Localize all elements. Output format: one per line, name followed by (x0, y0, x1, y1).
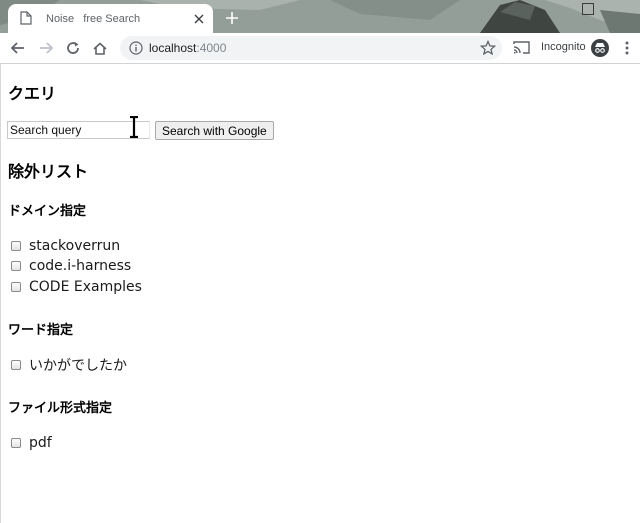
checkbox[interactable] (11, 241, 21, 251)
domain-label: CODE Examples (29, 279, 142, 295)
search-with-google-button[interactable]: Search with Google (155, 121, 274, 140)
document-icon (20, 10, 34, 27)
url-port: :4000 (196, 41, 227, 55)
word-label: いかがでしたか (29, 358, 127, 374)
filetype-item[interactable]: pdf (11, 434, 52, 452)
info-icon[interactable] (129, 41, 143, 55)
page-content: クエリ Search with Google 除外リスト ドメイン指定 stac… (0, 64, 640, 523)
domain-label: code.i-harness (29, 258, 132, 274)
domain-item[interactable]: stackoverrun (11, 237, 120, 255)
word-item[interactable]: いかがでしたか (11, 356, 127, 374)
close-tab-icon[interactable] (191, 11, 207, 27)
domain-label: stackoverrun (29, 238, 121, 254)
url-host: localhost (149, 41, 197, 55)
checkbox[interactable] (11, 438, 21, 448)
browser-tab[interactable]: Noise free Search (8, 4, 213, 33)
reload-icon[interactable] (62, 37, 84, 59)
domain-item[interactable]: CODE Examples (11, 278, 142, 296)
cast-icon[interactable] (513, 40, 530, 55)
tab-strip: Noise free Search (0, 0, 640, 33)
address-bar[interactable]: localhost:4000 (120, 36, 502, 60)
window-maximize-icon[interactable] (582, 3, 594, 15)
incognito-icon[interactable] (591, 39, 609, 57)
home-icon[interactable] (89, 37, 111, 59)
checkbox[interactable] (11, 261, 21, 271)
incognito-label: Incognito (541, 41, 586, 53)
tab-title: Noise free Search (46, 12, 141, 25)
arrow-left-icon[interactable] (7, 37, 29, 59)
exclude-list-heading: 除外リスト (8, 162, 89, 181)
filetype-label: pdf (29, 435, 52, 451)
new-tab-icon[interactable] (222, 8, 242, 28)
text-cursor-icon (130, 116, 138, 138)
query-heading: クエリ (8, 84, 57, 103)
checkbox[interactable] (11, 282, 21, 292)
kebab-menu-icon[interactable] (624, 40, 630, 56)
url-text: localhost:4000 (149, 41, 226, 55)
checkbox[interactable] (11, 360, 21, 370)
star-icon[interactable] (480, 40, 496, 56)
domain-item[interactable]: code.i-harness (11, 257, 131, 275)
arrow-right-icon[interactable] (35, 37, 57, 59)
domain-heading: ドメイン指定 (8, 204, 87, 219)
word-heading: ワード指定 (8, 323, 74, 338)
filetype-heading: ファイル形式指定 (8, 401, 113, 416)
